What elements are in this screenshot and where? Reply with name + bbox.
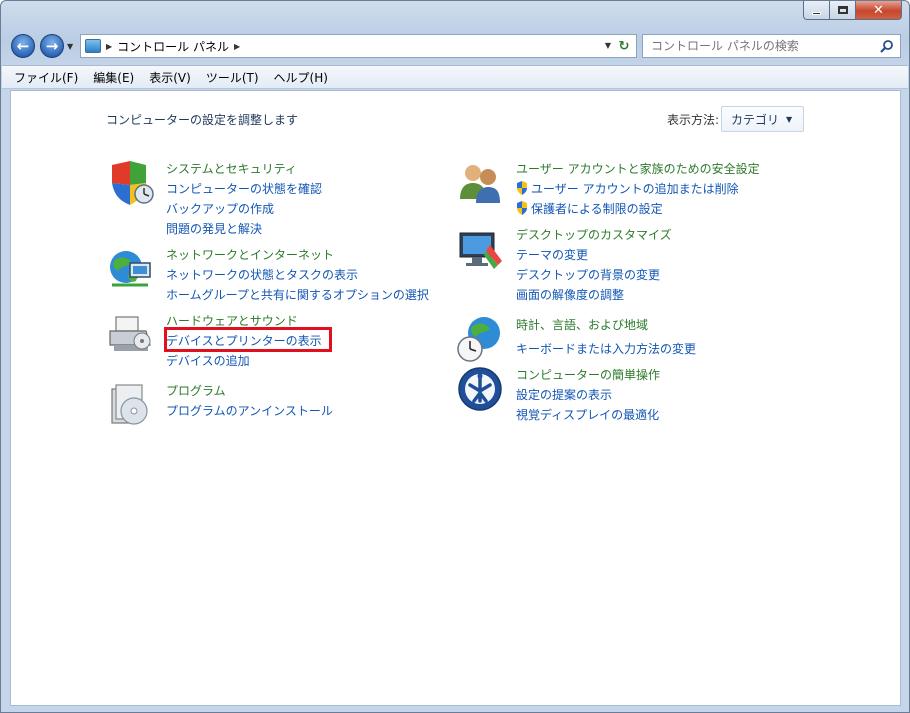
close-button[interactable]: ✕ [856,1,902,20]
window-bottom-edge [1,706,909,712]
category-links: ネットワークとインターネット ネットワークの状態とタスクの表示 ホームグループと… [166,245,486,305]
minimize-button[interactable] [803,1,830,20]
breadcrumb-control-panel[interactable]: コントロール パネル [117,38,229,55]
link-change-desktop-background[interactable]: デスクトップの背景の変更 [516,265,836,285]
user-accounts-icon[interactable] [456,159,504,207]
link-create-backup[interactable]: バックアップの作成 [166,199,486,219]
breadcrumb-chevron-icon[interactable]: ▶ [106,42,112,51]
address-dropdown-icon[interactable]: ▼ [605,41,611,50]
search-input[interactable] [651,39,871,53]
link-parental-controls[interactable]: 保護者による制限の設定 [516,199,836,219]
search-box[interactable] [642,34,901,58]
category-title-user-accounts[interactable]: ユーザー アカウントと家族のための安全設定 [516,159,836,179]
link-optimize-visual-display[interactable]: 視覚ディスプレイの最適化 [516,405,836,425]
menu-bar: ファイル(F) 編集(E) 表示(V) ツール(T) ヘルプ(H) [2,65,908,89]
network-globe-icon[interactable] [106,245,154,293]
printer-hardware-icon[interactable] [106,311,154,359]
programs-disc-icon[interactable] [106,381,154,429]
refresh-button[interactable]: ↻ [612,34,637,58]
menu-tools[interactable]: ツール(T) [206,69,259,86]
page-title: コンピューターの設定を調整します [106,113,299,127]
link-adjust-screen-resolution[interactable]: 画面の解像度の調整 [516,285,836,305]
category-title-ease-of-access[interactable]: コンピューターの簡単操作 [516,365,836,385]
category-title-appearance[interactable]: デスクトップのカスタマイズ [516,225,836,245]
menu-help[interactable]: ヘルプ(H) [274,69,328,86]
link-uninstall-program[interactable]: プログラムのアンインストール [166,401,486,421]
category-title-programs[interactable]: プログラム [166,381,486,401]
uac-shield-icon [517,181,527,195]
link-homegroup-sharing-options[interactable]: ホームグループと共有に関するオプションの選択 [166,285,486,305]
forward-button[interactable]: → [40,34,64,58]
category-links: 時計、言語、および地域 キーボードまたは入力方法の変更 [516,315,836,359]
control-panel-icon [85,39,101,53]
maximize-button[interactable] [830,1,856,20]
chevron-down-icon: ▼ [786,114,793,124]
category-title-system-security[interactable]: システムとセキュリティ [166,159,486,179]
menu-file[interactable]: ファイル(F) [14,69,78,86]
link-add-remove-user-accounts[interactable]: ユーザー アカウントの追加または削除 [516,179,836,199]
breadcrumb-chevron-icon[interactable]: ▶ [234,42,240,51]
close-icon: ✕ [873,2,884,18]
view-by-value: カテゴリ [731,112,780,127]
view-by-dropdown[interactable]: カテゴリ ▼ [721,106,804,132]
category-links: プログラム プログラムのアンインストール [166,381,486,421]
ease-of-access-icon[interactable] [456,365,504,413]
address-bar[interactable]: ▶ コントロール パネル ▶ ▼ [80,34,618,58]
navigation-bar: ← → ▼ ▶ コントロール パネル ▶ ▼ ↻ [9,32,901,60]
link-find-fix-problems[interactable]: 問題の発見と解決 [166,219,486,239]
category-title-clock-language-region[interactable]: 時計、言語、および地域 [516,315,836,335]
category-links: システムとセキュリティ コンピューターの状態を確認 バックアップの作成 問題の発… [166,159,486,239]
highlight-annotation-box [164,327,332,352]
category-title-network-internet[interactable]: ネットワークとインターネット [166,245,486,265]
link-suggested-settings[interactable]: 設定の提案の表示 [516,385,836,405]
clock-globe-icon[interactable] [456,315,504,363]
control-panel-content: コンピューターの設定を調整します 表示方法: カテゴリ ▼ システムとセキュリテ… [10,90,901,706]
view-by-label: 表示方法: [667,113,720,127]
display-personalization-icon[interactable] [456,225,504,273]
forward-arrow-icon: → [45,37,59,55]
category-links: ユーザー アカウントと家族のための安全設定 ユーザー アカウントの追加または削除… [516,159,836,219]
back-button[interactable]: ← [11,34,35,58]
search-icon[interactable] [880,39,894,53]
menu-view[interactable]: 表示(V) [149,69,191,86]
back-arrow-icon: ← [16,37,30,55]
shield-security-icon[interactable] [106,159,154,207]
link-add-device[interactable]: デバイスの追加 [166,351,486,371]
category-links: デスクトップのカスタマイズ テーマの変更 デスクトップの背景の変更 画面の解像度… [516,225,836,305]
maximize-icon [837,6,848,14]
link-parental-controls-label: 保護者による制限の設定 [531,202,663,216]
link-check-computer-status[interactable]: コンピューターの状態を確認 [166,179,486,199]
link-network-status-tasks[interactable]: ネットワークの状態とタスクの表示 [166,265,486,285]
minimize-icon [812,11,821,15]
category-links: コンピューターの簡単操作 設定の提案の表示 視覚ディスプレイの最適化 [516,365,836,425]
refresh-icon: ↻ [618,38,630,54]
menu-edit[interactable]: 編集(E) [93,69,134,86]
caption-buttons: ✕ [803,1,902,20]
link-change-keyboard-input[interactable]: キーボードまたは入力方法の変更 [516,339,836,359]
link-change-theme[interactable]: テーマの変更 [516,245,836,265]
uac-shield-icon [517,201,527,215]
link-add-remove-user-accounts-label: ユーザー アカウントの追加または削除 [531,182,739,196]
control-panel-window: ✕ ← → ▼ ▶ コントロール パネル ▶ ▼ ↻ ファイル(F) 編集(E)… [0,0,910,713]
recent-pages-dropdown[interactable]: ▼ [67,42,73,51]
